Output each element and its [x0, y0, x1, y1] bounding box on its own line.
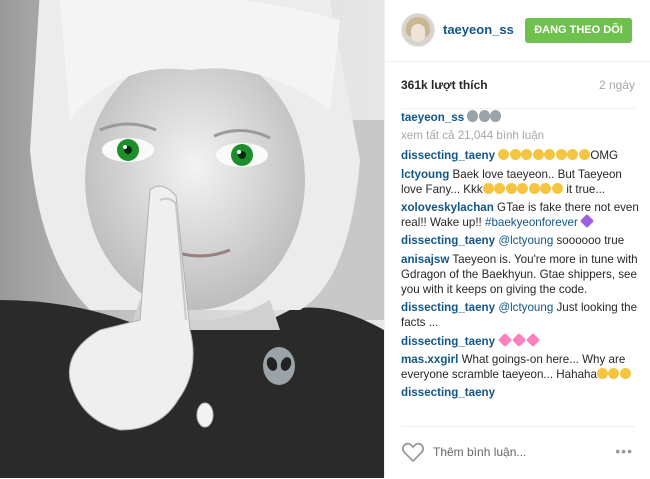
post-header: taeyeon_ss ĐANG THEO DÕI: [385, 0, 650, 62]
header-username[interactable]: taeyeon_ss: [443, 22, 514, 37]
comment-text: soooooo true: [556, 234, 625, 248]
purple-heart-emoji-icon: [579, 214, 594, 229]
more-dots-icon[interactable]: •••: [615, 443, 633, 459]
grin-emoji-icon: [482, 182, 564, 196]
grin-emoji-icon: [596, 368, 632, 381]
post-stats: 361k lượt thích 2 ngày: [401, 62, 635, 109]
comment-text: OMG: [590, 149, 619, 163]
comment-username[interactable]: dissecting_taeny: [401, 301, 495, 314]
comment: mas.xxgirl What goings-on here... Why ar…: [401, 352, 639, 382]
likes-count[interactable]: 361k lượt thích: [401, 78, 488, 92]
comment-username[interactable]: mas.xxgirl: [401, 353, 458, 366]
comment: dissecting_taeny OMG: [401, 148, 639, 163]
comments-list: taeyeon_ss xem tất cả 21,044 bình luận d…: [401, 110, 639, 426]
comment: xoloveskylachan GTae is fake there not e…: [401, 200, 639, 230]
hashtag-link[interactable]: #baekyeonforever: [485, 216, 578, 229]
following-button[interactable]: ĐANG THEO DÕI: [525, 18, 632, 43]
caption: taeyeon_ss: [401, 110, 639, 125]
hearts-emoji-icon: [498, 332, 541, 348]
comment: lctyoung Baek love taeyeon.. But Taeyeon…: [401, 167, 639, 197]
comment-username[interactable]: lctyoung: [401, 168, 449, 181]
avatar[interactable]: [401, 13, 435, 47]
comment: anisajsw Taeyeon is. You're more in tune…: [401, 252, 639, 298]
instagram-post: taeyeon_ss ĐANG THEO DÕI 361k lượt thích…: [0, 0, 650, 478]
laughing-emoji-icon: [498, 149, 590, 162]
comment: dissecting_taeny @lctyoung soooooo true: [401, 233, 639, 248]
comment: dissecting_taeny: [401, 385, 639, 400]
comment: dissecting_taeny: [401, 332, 639, 349]
caption-username[interactable]: taeyeon_ss: [401, 111, 464, 124]
comment-username[interactable]: anisajsw: [401, 253, 449, 266]
heart-outline-icon[interactable]: [401, 441, 425, 463]
post-sidebar: taeyeon_ss ĐANG THEO DÕI 361k lượt thích…: [384, 0, 650, 478]
comment-username[interactable]: dissecting_taeny: [401, 234, 495, 247]
post-footer: Thêm bình luận... •••: [401, 426, 635, 479]
comment-text-end: it true...: [566, 182, 606, 196]
comment-username[interactable]: xoloveskylachan: [401, 201, 494, 214]
mention-link[interactable]: @lctyoung: [498, 301, 553, 314]
comment-username[interactable]: dissecting_taeny: [401, 386, 495, 399]
photo-illustration: [0, 0, 384, 478]
mention-link[interactable]: @lctyoung: [498, 234, 553, 247]
comment-username[interactable]: dissecting_taeny: [401, 335, 495, 348]
view-all-comments[interactable]: xem tất cả 21,044 bình luận: [401, 128, 639, 143]
post-photo[interactable]: [0, 0, 384, 478]
add-comment-input[interactable]: Thêm bình luận...: [433, 445, 526, 459]
alien-emoji-icon: [467, 110, 502, 124]
post-time[interactable]: 2 ngày: [599, 78, 635, 92]
comment: dissecting_taeny @lctyoung Just looking …: [401, 300, 639, 330]
alien-sticker: [263, 347, 295, 385]
comment-username[interactable]: dissecting_taeny: [401, 149, 495, 162]
